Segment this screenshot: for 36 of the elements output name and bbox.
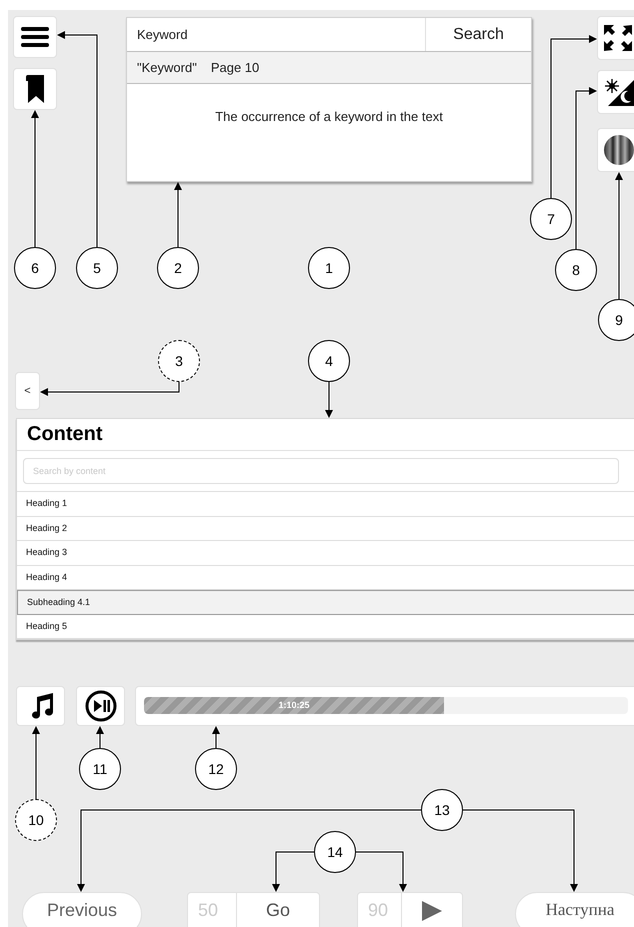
music-button[interactable] (16, 686, 65, 726)
play-button[interactable] (402, 892, 463, 927)
content-item[interactable]: Heading 3 (17, 541, 634, 566)
content-item[interactable]: Heading 2 (17, 516, 634, 541)
previous-button[interactable]: Previous (22, 892, 142, 927)
go-button[interactable]: Go (237, 892, 320, 927)
keyword-field[interactable]: Keyword (127, 18, 425, 51)
leader-line (96, 726, 104, 748)
day-night-icon (604, 78, 634, 106)
play-icon (422, 901, 442, 921)
menu-icon (21, 26, 49, 48)
leader-line (174, 182, 182, 248)
content-item[interactable]: Subheading 4.1 (17, 590, 634, 614)
time-label: 1:10:25 (278, 698, 310, 712)
content-item[interactable]: Heading 4 (17, 566, 634, 590)
content-item[interactable]: Heading 1 (17, 492, 634, 516)
expand-icon (604, 25, 632, 51)
panel-title: Content (27, 422, 103, 448)
bookmark-icon (26, 75, 44, 103)
play-pause-icon (84, 690, 116, 722)
texture-button[interactable] (597, 128, 634, 172)
result-description: The occurrence of a keyword in the text (215, 108, 443, 126)
next-button[interactable]: Наступна (515, 892, 634, 927)
fullscreen-button[interactable] (597, 16, 634, 60)
collapse-button[interactable]: < (15, 372, 40, 410)
leader-line (212, 726, 220, 748)
content-item[interactable]: Heading 5 (17, 614, 634, 639)
leader-line (325, 382, 333, 418)
menu-button[interactable] (13, 16, 57, 58)
striped-sphere-icon (603, 134, 634, 166)
search-result[interactable]: "Keyword" Page 10 (127, 51, 531, 84)
theme-button[interactable] (597, 70, 634, 114)
bookmark-button[interactable] (13, 68, 57, 110)
result-keyword: "Keyword" (137, 58, 197, 77)
play-pause-button[interactable] (76, 686, 125, 726)
result-page: Page 10 (210, 58, 260, 77)
